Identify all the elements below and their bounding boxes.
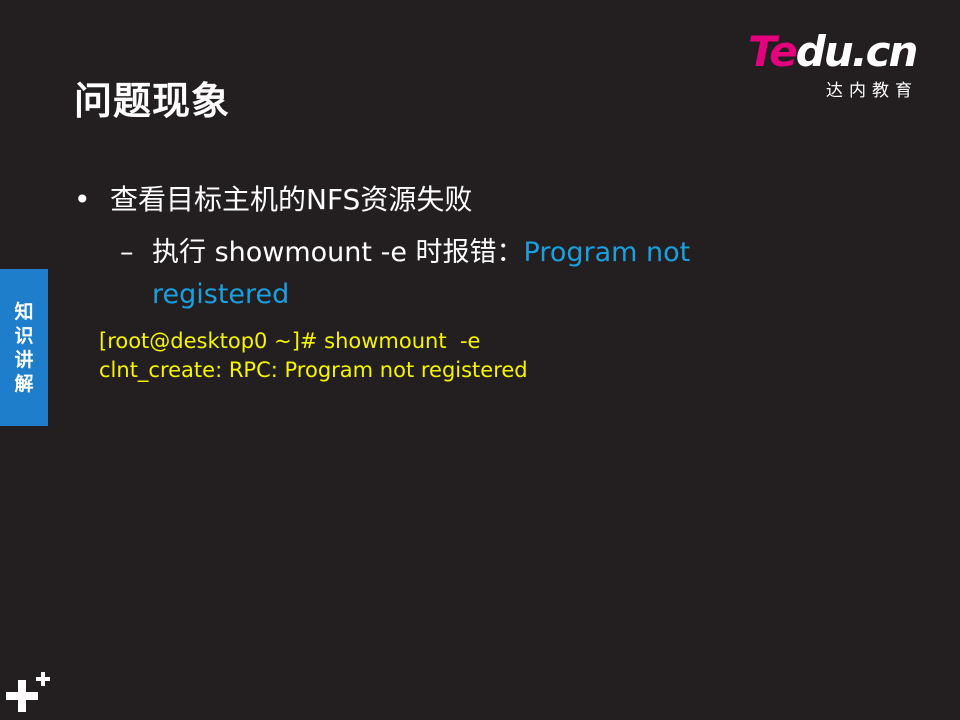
bullet-level2-prefix: 执行 showmount -e 时报错： [152, 237, 524, 268]
bullet-level1-text: 查看目标主机的NFS资源失败 [110, 183, 473, 216]
tedu-logo: Tedu.cn 达内教育 [748, 27, 938, 102]
side-tab-knowledge[interactable]: 知识讲解 [0, 269, 48, 426]
bullet-level2-text: 执行 showmount -e 时报错：Program not register… [152, 232, 760, 316]
logo-wordmark: Tedu.cn [748, 27, 919, 76]
slide: 问题现象 Tedu.cn 达内教育 • 查看目标主机的NFS资源失败 – 执行 s… [0, 0, 960, 720]
side-tab-label: 知识讲解 [14, 300, 34, 395]
logo-subtitle: 达内教育 [826, 81, 918, 101]
bullet-level2: – 执行 showmount -e 时报错：Program not regist… [120, 232, 760, 316]
bullet-dash-marker: – [120, 237, 134, 268]
bullet-marker: • [74, 183, 91, 216]
bullet-level1: • 查看目标主机的NFS资源失败 [74, 182, 472, 218]
logo-wordmark-part1: Te [748, 27, 798, 76]
terminal-output: [root@desktop0 ~]# showmount -e clnt_cre… [99, 327, 528, 385]
slide-title: 问题现象 [74, 79, 231, 123]
plus-icon [6, 670, 54, 716]
code-line-command: [root@desktop0 ~]# showmount -e [99, 329, 481, 353]
code-line-error: clnt_create: RPC: Program not registered [99, 358, 528, 382]
logo-wordmark-part2: du.cn [795, 27, 919, 76]
